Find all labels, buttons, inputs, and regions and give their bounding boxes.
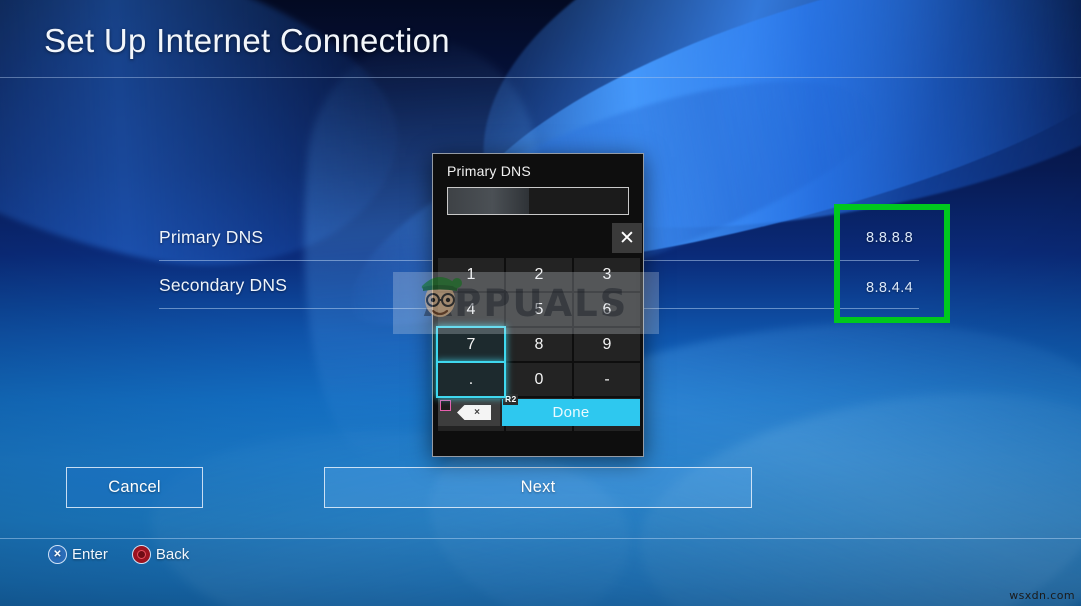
r2-button-badge: R2 (503, 394, 519, 405)
page-title: Set Up Internet Connection (44, 22, 450, 59)
dns-text-input[interactable] (447, 187, 629, 215)
close-icon[interactable]: ✕ (612, 223, 642, 253)
backspace-key[interactable]: × (438, 399, 500, 426)
keypad-key-5[interactable]: 5 (506, 293, 572, 326)
hint-enter: ✕ Enter (48, 545, 108, 564)
keypad-key-9[interactable]: 9 (574, 328, 640, 361)
keypad-key-1[interactable]: 1 (438, 258, 504, 291)
keypad-key--[interactable]: - (574, 363, 640, 396)
keypad-footer: × R2 Done (438, 394, 640, 426)
circle-button-icon (131, 545, 151, 564)
hint-back: Back (131, 545, 190, 564)
keypad-title: Primary DNS (447, 163, 531, 179)
cross-button-icon: ✕ (48, 545, 67, 564)
keypad-key-7[interactable]: 7 (438, 328, 504, 361)
square-button-icon (440, 400, 451, 411)
header-divider (0, 77, 1081, 78)
numeric-keypad-dialog: Primary DNS ✕ 123456789.0-, × R2 Done (432, 153, 644, 457)
keypad-key-3[interactable]: 3 (574, 258, 640, 291)
secondary-dns-value: 8.8.4.4 (866, 280, 914, 296)
cancel-button[interactable]: Cancel (66, 467, 203, 508)
keypad-key-8[interactable]: 8 (506, 328, 572, 361)
next-button[interactable]: Next (324, 467, 752, 508)
site-watermark: wsxdn.com (1009, 589, 1075, 602)
keypad-key-4[interactable]: 4 (438, 293, 504, 326)
footer-hint-bar: ✕ Enter Back (48, 545, 189, 564)
backspace-icon: × (457, 405, 491, 420)
keypad-key-2[interactable]: 2 (506, 258, 572, 291)
footer-divider (0, 538, 1081, 539)
hint-back-label: Back (155, 546, 190, 563)
keypad-key-0[interactable]: 0 (506, 363, 572, 396)
hint-enter-label: Enter (72, 546, 108, 563)
done-button[interactable]: R2 Done (502, 394, 640, 426)
keypad-key-6[interactable]: 6 (574, 293, 640, 326)
ps4-network-setup-screen: Set Up Internet Connection Primary DNS S… (0, 0, 1081, 606)
text-cursor-highlight (448, 188, 529, 214)
done-button-label: Done (552, 404, 590, 421)
primary-dns-value: 8.8.8.8 (866, 230, 914, 246)
keypad-key-.[interactable]: . (438, 363, 504, 396)
